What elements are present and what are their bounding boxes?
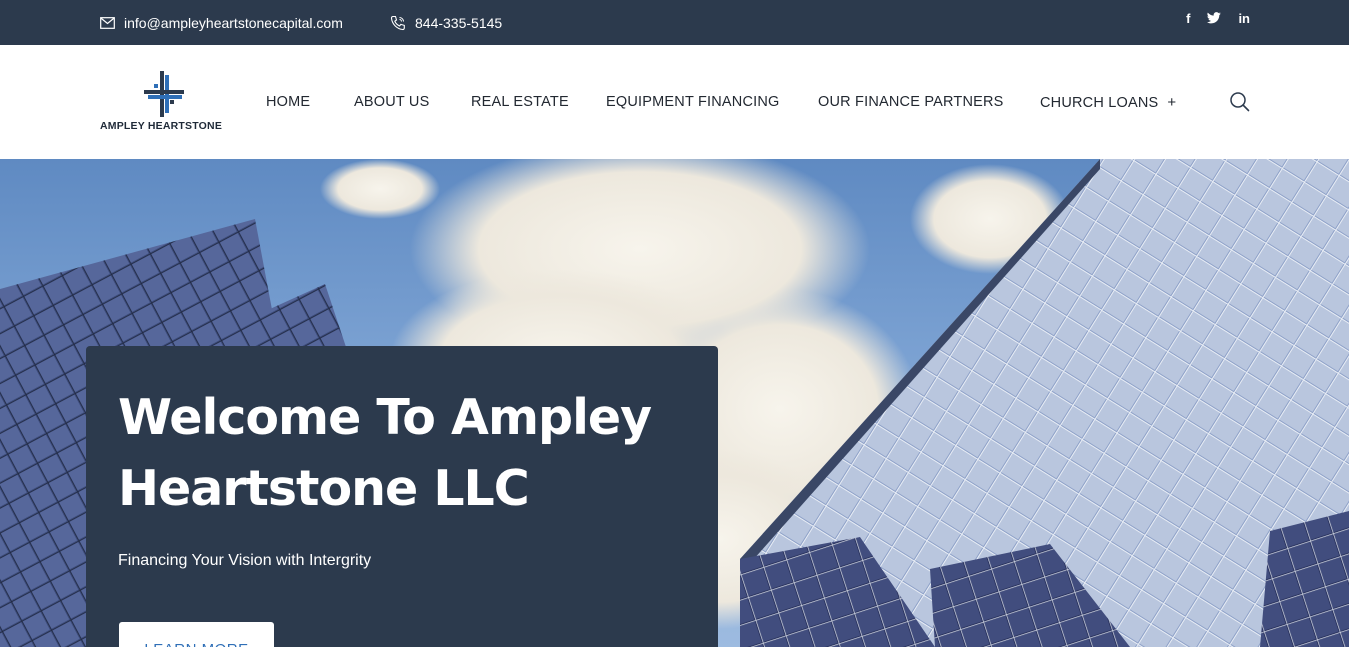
- linkedin-icon[interactable]: in: [1238, 11, 1250, 26]
- main-navigation: HOME ABOUT US REAL ESTATE EQUIPMENT FINA…: [0, 45, 1349, 159]
- phone-icon: [390, 15, 406, 31]
- phone-contact[interactable]: 844-335-5145: [390, 0, 502, 45]
- dropdown-plus-icon: +: [1167, 94, 1177, 111]
- nav-equipment-financing[interactable]: EQUIPMENT FINANCING: [606, 94, 780, 110]
- hero-section: Welcome To Ampley Heartstone LLC Financi…: [0, 159, 1349, 647]
- email-address[interactable]: info@ampleyheartstonecapital.com: [124, 15, 343, 31]
- nav-real-estate[interactable]: REAL ESTATE: [471, 94, 569, 110]
- hero-subtitle: Financing Your Vision with Intergrity: [118, 552, 372, 569]
- hero-welcome-card: Welcome To Ampley Heartstone LLC Financi…: [86, 346, 718, 647]
- hero-title: Welcome To Ampley Heartstone LLC: [118, 389, 652, 517]
- site-header: AMPLEY HEARTSTONE HOME ABOUT US REAL EST…: [0, 45, 1349, 159]
- nav-home[interactable]: HOME: [266, 94, 310, 110]
- learn-more-button[interactable]: LEARN MORE: [119, 622, 274, 647]
- top-contact-bar: info@ampleyheartstonecapital.com 844-335…: [0, 0, 1349, 45]
- nav-about-us[interactable]: ABOUT US: [354, 94, 429, 110]
- phone-number[interactable]: 844-335-5145: [415, 15, 502, 31]
- nav-church-loans-label: CHURCH LOANS: [1040, 95, 1159, 111]
- email-contact[interactable]: info@ampleyheartstonecapital.com: [100, 0, 343, 45]
- nav-church-loans[interactable]: CHURCH LOANS +: [1040, 94, 1176, 111]
- search-icon[interactable]: [1229, 91, 1251, 113]
- twitter-icon[interactable]: [1207, 12, 1222, 24]
- facebook-icon[interactable]: f: [1186, 11, 1190, 26]
- envelope-icon: [100, 16, 115, 29]
- nav-our-finance-partners[interactable]: OUR FINANCE PARTNERS: [818, 94, 1004, 110]
- social-links: f in: [1186, 0, 1250, 36]
